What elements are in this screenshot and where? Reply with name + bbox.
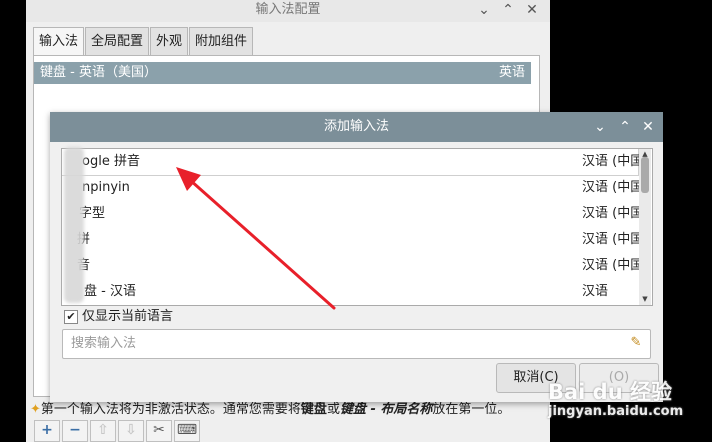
hint-icon: ✦ <box>30 402 41 417</box>
only-current-language-checkbox[interactable]: ✔ 仅显示当前语言 <box>64 308 173 326</box>
dialog-minimize-icon[interactable]: ⌄ <box>592 119 608 135</box>
dialog-title: 添加输入法 <box>323 119 389 134</box>
scroll-thumb[interactable] <box>641 157 649 193</box>
keyboard-icon[interactable]: ⌨ <box>174 420 200 442</box>
dialog-maximize-icon[interactable]: ⌃ <box>617 119 633 135</box>
current-im-name: 键盘 - 英语（美国） <box>40 65 157 80</box>
watermark-url: jingyan.baidu.com <box>548 404 684 419</box>
main-titlebar: 输入法配置 <box>26 0 550 22</box>
scroll-down-icon[interactable]: ▼ <box>640 295 650 303</box>
blur-overlay <box>64 147 84 303</box>
list-item[interactable]: 音 汉语 (中国 <box>62 253 643 279</box>
maximize-icon[interactable]: ⌃ <box>500 2 516 18</box>
dialog-titlebar: 添加输入法 <box>50 112 663 142</box>
dialog-close-icon[interactable]: ✕ <box>640 119 656 135</box>
main-window-title: 输入法配置 <box>255 2 321 17</box>
search-box: ✎ <box>62 329 651 359</box>
list-scrollbar[interactable]: ▲ ▼ <box>639 149 651 305</box>
tab-bar: 输入法 全局配置 外观 附加组件 <box>33 27 254 56</box>
clear-icon[interactable]: ✎ <box>628 335 644 351</box>
move-down-icon[interactable]: ⇩ <box>118 420 144 442</box>
search-input[interactable] <box>69 335 613 352</box>
tab-appearance[interactable]: 外观 <box>150 27 189 55</box>
watermark-logo: Bai du 经验 <box>548 380 672 404</box>
only-current-language-label: 仅显示当前语言 <box>82 309 174 324</box>
move-up-icon[interactable]: ⇧ <box>90 420 116 442</box>
tab-global-config[interactable]: 全局配置 <box>85 27 150 55</box>
close-icon[interactable]: ✕ <box>524 2 540 18</box>
list-item[interactable]: 盘 - 汉语 汉语 <box>62 279 638 305</box>
current-im-language: 英语 <box>498 65 525 80</box>
list-item[interactable]: 字型 汉语 (中国 <box>62 201 643 227</box>
tab-input-method[interactable]: 输入法 <box>33 27 85 56</box>
minimize-icon[interactable]: ⌄ <box>476 2 492 18</box>
list-item[interactable]: 拼 汉语 (中国 <box>62 227 643 253</box>
list-item[interactable]: ogle 拼音 汉语 (中国 <box>62 149 643 176</box>
configure-icon[interactable]: ✂ <box>146 420 172 442</box>
list-item[interactable]: npinyin 汉语 (中国 <box>62 175 643 201</box>
checkbox-icon[interactable]: ✔ <box>64 309 78 324</box>
add-input-method-dialog: 添加输入法 ⌄ ⌃ ✕ ogle 拼音 汉语 (中国 npinyin 汉语 (中… <box>50 112 663 402</box>
available-im-list: ogle 拼音 汉语 (中国 npinyin 汉语 (中国 字型 汉语 (中国 … <box>61 148 653 306</box>
current-im-row[interactable]: 键盘 - 英语（美国） 英语 <box>34 62 531 84</box>
remove-icon[interactable]: − <box>62 420 88 442</box>
tab-addons[interactable]: 附加组件 <box>189 27 254 55</box>
im-toolbar: + − ⇧ ⇩ ✂ ⌨ <box>34 420 200 442</box>
add-icon[interactable]: + <box>34 420 60 442</box>
